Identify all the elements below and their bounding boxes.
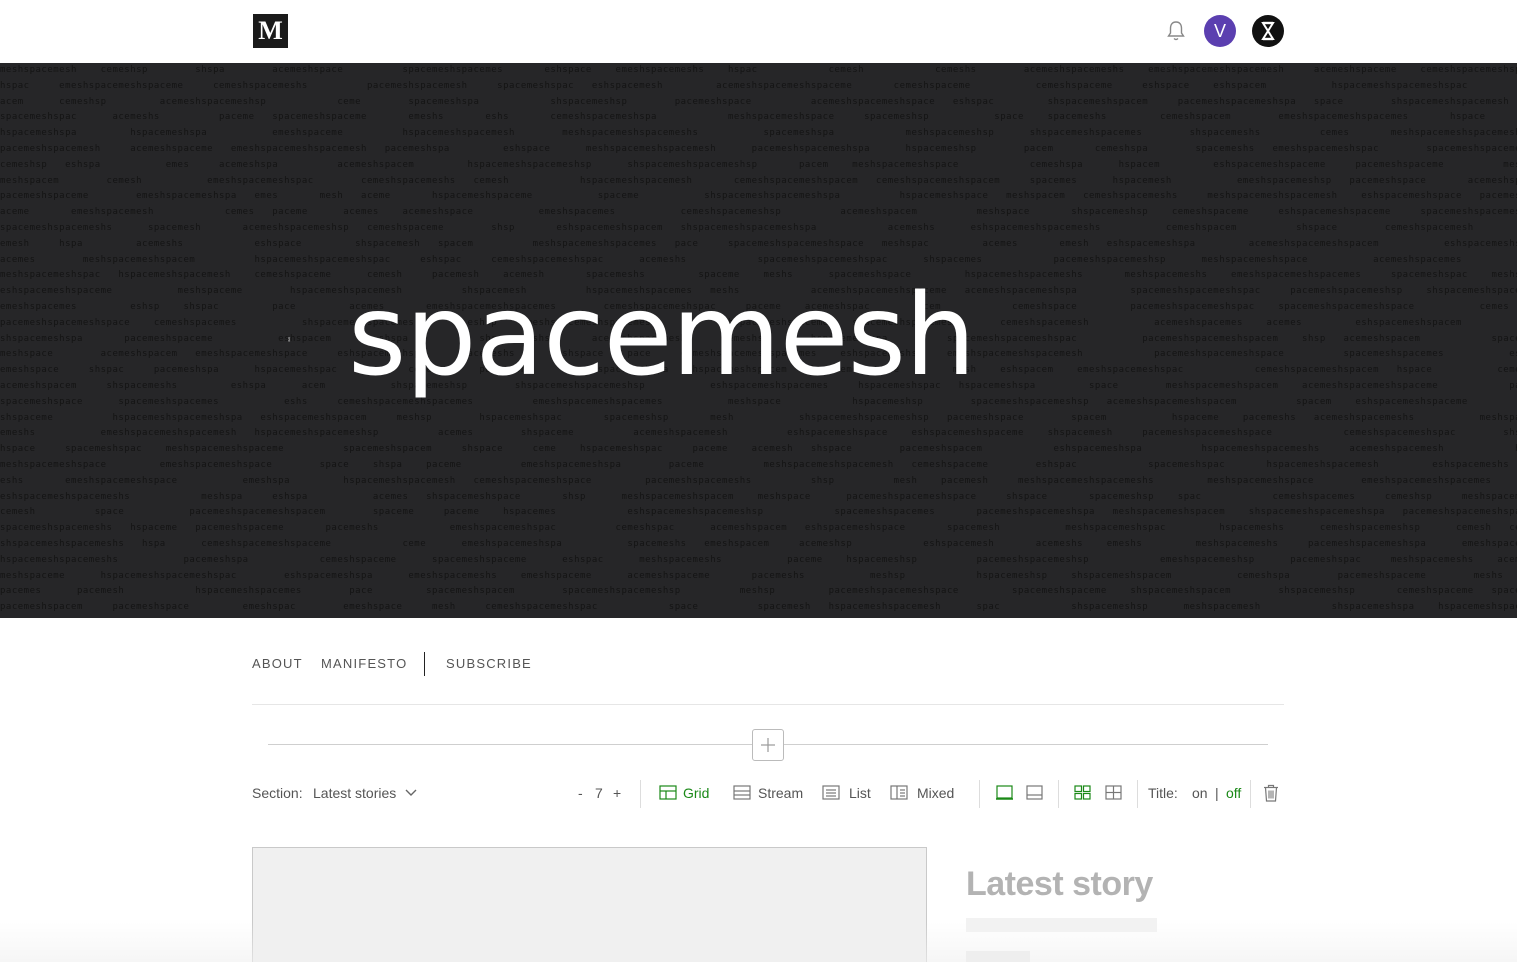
nav-about[interactable]: ABOUT bbox=[252, 652, 303, 676]
layout-list-button[interactable]: List bbox=[822, 780, 871, 806]
toolbar-divider bbox=[640, 780, 641, 808]
decrease-count-button[interactable]: - bbox=[578, 780, 583, 806]
layout-grid-button[interactable]: Grid bbox=[659, 780, 709, 806]
stream-icon bbox=[733, 785, 751, 800]
story-card-placeholder[interactable] bbox=[252, 847, 927, 962]
pattern-row: hspacemeshspa hspacemeshspa emeshspaceme… bbox=[0, 128, 1517, 139]
toolbar-divider bbox=[979, 780, 980, 808]
pattern-row: emeshs emeshspacemeshspacemesh hspacemes… bbox=[0, 428, 1517, 439]
section-label: Section: bbox=[252, 785, 303, 801]
mixed-icon bbox=[890, 785, 908, 800]
title-label: Title: bbox=[1148, 785, 1178, 801]
title-separator: | bbox=[1215, 785, 1219, 801]
pattern-row: aceme emeshspacemesh cemes paceme acemes… bbox=[0, 207, 1517, 218]
layout-mixed-label: Mixed bbox=[917, 785, 955, 801]
pattern-row: spacemeshspacemeshs hspaceme pacemeshspa… bbox=[0, 523, 1517, 534]
pattern-row: meshspacemesh cemeshsp shspa acemeshspac… bbox=[0, 65, 1517, 75]
pattern-row: cemeshsp eshspa emes acemeshspa acemeshs… bbox=[0, 159, 1517, 170]
section-value: Latest stories bbox=[313, 785, 397, 801]
layout-stream-label: Stream bbox=[758, 785, 804, 801]
pattern-row: meshspacemeshspace emeshspacemeshspace s… bbox=[0, 460, 1517, 470]
chevron-down-icon bbox=[405, 789, 417, 796]
list-icon bbox=[822, 785, 840, 800]
top-bar: M V bbox=[0, 0, 1517, 62]
hero-banner: meshspacemesh cemeshsp shspa acemeshspac… bbox=[0, 63, 1517, 618]
toolbar-divider bbox=[1137, 780, 1138, 808]
grid-icon bbox=[659, 785, 677, 800]
avatar[interactable]: V bbox=[1204, 15, 1236, 47]
pattern-row: hspacemeshspacemeshs pacemeshspa cemeshs… bbox=[0, 554, 1517, 565]
pattern-row: eshspacemeshspacemeshs meshspa eshspa ac… bbox=[0, 491, 1517, 502]
pattern-row: hspace spacemeshspac meshspacemeshspacem… bbox=[0, 444, 1517, 455]
nav-divider bbox=[424, 652, 425, 676]
trash-icon[interactable] bbox=[1263, 784, 1279, 802]
pattern-row: pacemeshspacem pacemeshspace emeshspac e… bbox=[0, 602, 1517, 613]
layout-list-label: List bbox=[849, 785, 871, 801]
layout-grid-label: Grid bbox=[683, 785, 710, 801]
section-toolbar: Section: Latest stories - 7 + Grid Strea… bbox=[0, 780, 1517, 808]
layout-stream-button[interactable]: Stream bbox=[733, 780, 803, 806]
pattern-row: shspacemeshspacemeshs hspa cemeshspaceme… bbox=[0, 539, 1517, 549]
publication-icon[interactable] bbox=[1252, 15, 1284, 47]
pattern-row: meshspacem cemesh emeshspacemeshspac cem… bbox=[0, 175, 1517, 186]
pattern-row: cemesh space pacemeshspacemeshspacem spa… bbox=[0, 507, 1517, 518]
pattern-row: pacemeshspaceme emeshspacemeshspa emes m… bbox=[0, 191, 1517, 202]
increase-count-button[interactable]: + bbox=[613, 780, 621, 806]
pattern-row: meshspaceme hspacemeshspacemeshspac eshs… bbox=[0, 570, 1517, 581]
title-off-toggle[interactable]: off bbox=[1226, 780, 1241, 806]
pattern-row: spacemeshspac acemeshs paceme spacemeshs… bbox=[0, 112, 1517, 123]
nav-subscribe[interactable]: SUBSCRIBE bbox=[446, 652, 532, 676]
grid-split-icon[interactable] bbox=[1105, 785, 1122, 800]
pattern-row: shspaceme hspacemeshspacemeshspa eshspac… bbox=[0, 412, 1517, 423]
pattern-row: pacemes pacemesh hspacemeshspacemes pace… bbox=[0, 586, 1517, 597]
text-placeholder bbox=[966, 951, 1030, 962]
pattern-row: emesh hspa acemeshs eshspace shspacemesh… bbox=[0, 238, 1517, 249]
toolbar-divider bbox=[1250, 780, 1251, 808]
nav-manifesto[interactable]: MANIFESTO bbox=[321, 652, 407, 676]
pattern-row: hspac emeshspacemeshspaceme cemeshspacem… bbox=[0, 80, 1468, 91]
spacemesh-logo-icon bbox=[288, 337, 291, 342]
story-count: 7 bbox=[595, 785, 603, 801]
add-section-button[interactable] bbox=[752, 729, 784, 761]
section-select[interactable]: Latest stories bbox=[313, 780, 418, 806]
plus-icon bbox=[761, 738, 775, 752]
divider bbox=[252, 704, 1284, 705]
title-on-toggle[interactable]: on bbox=[1192, 780, 1208, 806]
pattern-row: eshs emeshspacemeshspace emeshspa hspace… bbox=[0, 475, 1517, 486]
text-placeholder bbox=[966, 918, 1157, 932]
image-small-icon[interactable] bbox=[1026, 785, 1043, 800]
latest-story-heading: Latest story bbox=[966, 865, 1153, 903]
pattern-row: pacemeshspacemesh acemeshspaceme emeshsp… bbox=[0, 144, 1517, 154]
grid-four-icon[interactable] bbox=[1074, 785, 1091, 800]
pattern-row: acem cemeshsp acemeshspacemeshsp ceme sp… bbox=[0, 96, 1517, 107]
toolbar-divider bbox=[1058, 780, 1059, 808]
bell-icon[interactable] bbox=[1165, 19, 1187, 43]
image-large-icon[interactable] bbox=[996, 785, 1013, 800]
layout-mixed-button[interactable]: Mixed bbox=[890, 780, 954, 806]
pattern-row: spacemeshspacemeshs spacemesh acemeshspa… bbox=[0, 223, 1517, 233]
hero-brand-wordmark: spacemesh bbox=[348, 271, 976, 401]
medium-logo[interactable]: M bbox=[253, 14, 288, 48]
